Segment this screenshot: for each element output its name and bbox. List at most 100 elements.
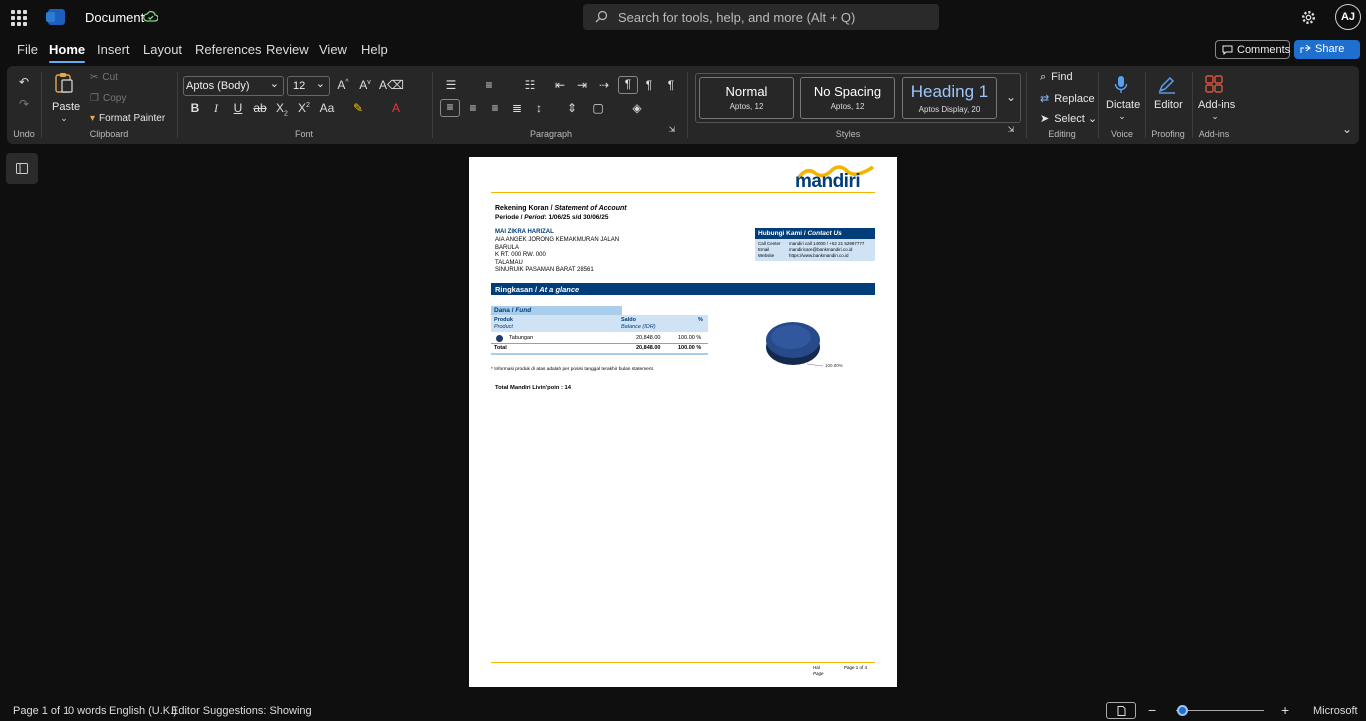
numbering-icon[interactable]: ≡ bbox=[481, 78, 497, 92]
underline-icon[interactable]: U bbox=[230, 101, 246, 115]
justify-icon[interactable]: ≣ bbox=[509, 101, 525, 115]
navigation-pane-toggle[interactable] bbox=[6, 153, 38, 184]
highlight-icon[interactable]: ✎ bbox=[350, 101, 366, 115]
redo-icon[interactable]: ↷ bbox=[16, 97, 32, 111]
paste-icon[interactable] bbox=[54, 72, 74, 94]
cut-icon: ✂ bbox=[90, 72, 99, 83]
line-spacing-icon[interactable]: ↕ bbox=[531, 101, 547, 115]
dictate-button[interactable]: Dictate bbox=[1106, 99, 1140, 111]
ltr-icon[interactable]: ⇢ bbox=[596, 78, 612, 92]
table-bottom-rule bbox=[491, 353, 708, 355]
change-case-icon[interactable]: Aa bbox=[319, 101, 335, 115]
document-page[interactable]: mandiri Rekening Koran / Statement of Ac… bbox=[469, 157, 897, 687]
paragraph-spacing-icon[interactable]: ⇕ bbox=[564, 101, 580, 115]
increase-indent-icon[interactable]: ⇥ bbox=[574, 78, 590, 92]
zoom-slider-track[interactable] bbox=[1176, 710, 1264, 711]
print-layout-button[interactable] bbox=[1106, 702, 1136, 719]
select-button[interactable]: ➤ Select ⌄ bbox=[1040, 112, 1097, 125]
styles-launcher-icon[interactable]: ⇲ bbox=[1003, 125, 1019, 134]
editor-pen-icon[interactable] bbox=[1157, 75, 1177, 95]
undo-icon[interactable]: ↶ bbox=[16, 75, 32, 89]
app-launcher-icon[interactable] bbox=[11, 10, 27, 26]
customer-address-line: TALAMAU bbox=[495, 259, 523, 266]
footer-hal: Hal bbox=[813, 665, 820, 670]
multilevel-list-icon[interactable]: ☷ bbox=[522, 78, 538, 92]
col-balance-en: Balance (IDR) bbox=[621, 323, 656, 330]
zoom-out-icon[interactable]: − bbox=[1148, 702, 1156, 718]
comments-label: Comments bbox=[1237, 44, 1291, 56]
grow-font-icon[interactable]: A^ bbox=[335, 78, 351, 92]
format-painter-button[interactable]: ▾ Format Painter bbox=[90, 113, 165, 124]
menu-layout[interactable]: Layout bbox=[143, 42, 182, 57]
pie-data-label: 100.00% bbox=[825, 363, 843, 368]
shrink-font-icon[interactable]: Av bbox=[357, 78, 373, 92]
saved-cloud-icon bbox=[143, 10, 158, 22]
align-right-icon[interactable]: ≡ bbox=[487, 101, 503, 115]
status-editor-suggestions[interactable]: Editor Suggestions: Showing bbox=[171, 705, 312, 717]
styles-more-icon[interactable]: ⌄ bbox=[1003, 90, 1019, 104]
paste-button[interactable]: Paste bbox=[52, 101, 80, 113]
bullets-icon[interactable]: ☰ bbox=[443, 78, 459, 92]
style-normal[interactable]: Normal Aptos, 12 bbox=[699, 77, 794, 119]
menu-view[interactable]: View bbox=[319, 42, 347, 57]
dictate-mic-icon[interactable] bbox=[1114, 75, 1128, 95]
font-size-dropdown[interactable]: 12 bbox=[287, 76, 330, 96]
zoom-in-icon[interactable]: + bbox=[1281, 702, 1289, 718]
superscript-icon[interactable]: X2 bbox=[296, 101, 312, 115]
borders-icon[interactable]: ▢ bbox=[590, 101, 606, 115]
copy-button[interactable]: ❐ Copy bbox=[90, 93, 126, 104]
style-heading-1[interactable]: Heading 1 Aptos Display, 20 bbox=[902, 77, 997, 119]
customer-address-line: BARULA bbox=[495, 244, 520, 251]
status-page-count[interactable]: Page 1 of 1 bbox=[13, 705, 69, 717]
settings-gear-icon[interactable] bbox=[1300, 9, 1317, 26]
subscript-icon[interactable]: X2 bbox=[274, 101, 290, 117]
menu-references[interactable]: References bbox=[195, 42, 261, 57]
status-feedback[interactable]: Microsoft bbox=[1313, 705, 1358, 717]
replace-button[interactable]: ⇄ Replace bbox=[1040, 92, 1095, 105]
menu-file[interactable]: File bbox=[17, 42, 38, 57]
status-language[interactable]: English (U.K.) bbox=[109, 705, 177, 717]
show-marks-icon[interactable]: ¶ bbox=[618, 76, 638, 94]
bold-icon[interactable]: B bbox=[187, 101, 203, 115]
shading-icon[interactable]: ◈ bbox=[629, 101, 645, 115]
addins-chevron-icon[interactable]: ⌄ bbox=[1207, 111, 1223, 122]
status-word-count[interactable]: 0 words bbox=[68, 705, 107, 717]
summary-heading: Ringkasan / At a glance bbox=[495, 284, 580, 294]
rtl-icon[interactable]: ¶ bbox=[641, 78, 657, 92]
menu-insert[interactable]: Insert bbox=[97, 42, 130, 57]
dictate-chevron-icon[interactable]: ⌄ bbox=[1114, 111, 1130, 122]
paste-chevron-icon[interactable]: ⌄ bbox=[56, 113, 72, 124]
search-box[interactable]: Search for tools, help, and more (Alt + … bbox=[583, 4, 939, 30]
italic-icon[interactable]: I bbox=[208, 101, 224, 116]
find-button[interactable]: ⌕ Find bbox=[1040, 71, 1073, 84]
paragraph-launcher-icon[interactable]: ⇲ bbox=[664, 125, 680, 134]
editor-button[interactable]: Editor bbox=[1154, 99, 1183, 111]
clear-formatting-icon[interactable]: A⌫ bbox=[379, 78, 404, 92]
user-avatar[interactable]: AJ bbox=[1335, 4, 1361, 30]
ribbon-expand-icon[interactable]: ⌄ bbox=[1339, 122, 1355, 136]
word-logo-icon bbox=[46, 9, 65, 25]
align-left-icon[interactable]: ≡ bbox=[440, 99, 460, 117]
font-family-dropdown[interactable]: Aptos (Body) bbox=[183, 76, 284, 96]
font-color-icon[interactable]: A bbox=[388, 101, 404, 115]
col-balance-id: Saldo bbox=[621, 316, 636, 323]
strikethrough-icon[interactable]: ab bbox=[252, 101, 268, 115]
style-no-spacing[interactable]: No Spacing Aptos, 12 bbox=[800, 77, 895, 119]
cut-button[interactable]: ✂ Cut bbox=[90, 72, 118, 83]
customer-address-line: K RT. 000 RW. 000 bbox=[495, 252, 546, 258]
comments-button[interactable]: Comments bbox=[1215, 40, 1290, 59]
addins-button[interactable]: Add-ins bbox=[1198, 99, 1235, 111]
decrease-indent-icon[interactable]: ⇤ bbox=[552, 78, 568, 92]
align-center-icon[interactable]: ≡ bbox=[465, 101, 481, 115]
menu-review[interactable]: Review bbox=[266, 42, 309, 57]
document-title[interactable]: Document bbox=[85, 10, 144, 25]
zoom-slider-thumb[interactable] bbox=[1177, 705, 1188, 716]
addins-grid-icon[interactable] bbox=[1205, 75, 1223, 93]
paragraph-mark-icon[interactable]: ¶ bbox=[663, 78, 679, 92]
menu-home[interactable]: Home bbox=[49, 42, 86, 63]
table-rule bbox=[491, 343, 708, 344]
navigation-pane-icon bbox=[16, 163, 28, 174]
product-note: * Informasi produk di atas adalah per po… bbox=[491, 367, 655, 372]
menu-help[interactable]: Help bbox=[361, 42, 388, 57]
share-button[interactable]: Share bbox=[1294, 40, 1360, 59]
